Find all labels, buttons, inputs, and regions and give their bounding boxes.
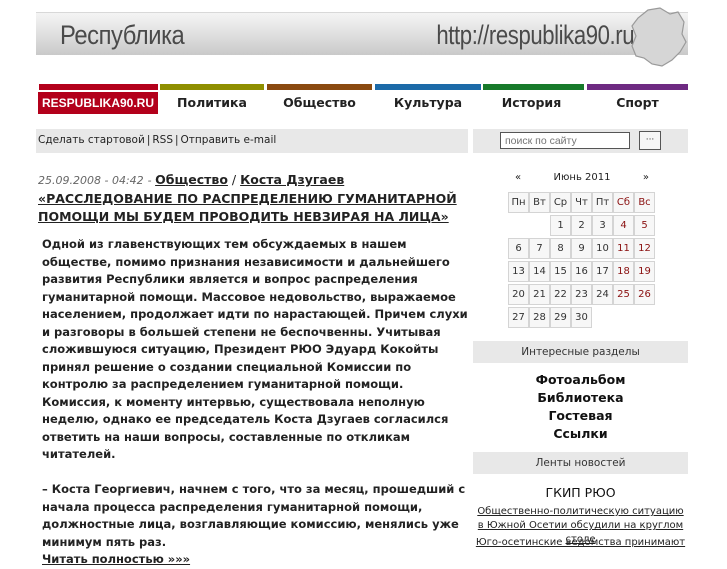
calendar-month-title: Июнь 2011 xyxy=(553,172,611,183)
calendar-weekday: Пт xyxy=(592,192,613,213)
news-item-link[interactable]: Юго-осетинские ведомства принимают xyxy=(473,537,688,548)
calendar-day[interactable]: 6 xyxy=(508,238,529,259)
calendar-day[interactable]: 17 xyxy=(592,261,613,282)
calendar-day[interactable]: 2 xyxy=(571,215,592,236)
calendar-empty-cell xyxy=(529,215,550,236)
calendar-day[interactable]: 25 xyxy=(613,284,634,305)
calendar-day[interactable]: 1 xyxy=(550,215,571,236)
sidebar-link-library[interactable]: Библиотека xyxy=(473,389,688,407)
read-more-link[interactable]: Читать полностью »»» xyxy=(42,552,190,566)
calendar-day[interactable]: 30 xyxy=(571,307,592,328)
nav-home[interactable]: RESPUBLIKA90.RU xyxy=(38,92,158,114)
calendar-day[interactable]: 16 xyxy=(571,261,592,282)
separator: | xyxy=(146,134,151,146)
colorbar-society xyxy=(267,84,372,90)
calendar-weekday: Пн xyxy=(508,192,529,213)
nav-item-sport[interactable]: Спорт xyxy=(587,92,688,114)
calendar-weekday: Чт xyxy=(571,192,592,213)
calendar-day[interactable]: 21 xyxy=(529,284,550,305)
calendar-day[interactable]: 10 xyxy=(592,238,613,259)
article-paragraph: – Коста Георгиевич, начнем с того, что з… xyxy=(42,482,466,549)
news-source-title: ГКИП РЮО xyxy=(545,485,616,500)
article-body: Одной из главенствующих тем обсуждаемых … xyxy=(42,236,470,569)
interesting-links: Фотоальбом Библиотека Гостевая Ссылки xyxy=(473,371,688,443)
category-slash: / xyxy=(231,172,241,187)
rss-link[interactable]: RSS xyxy=(152,134,173,146)
calendar-day[interactable]: 3 xyxy=(592,215,613,236)
calendar-day[interactable]: 29 xyxy=(550,307,571,328)
colorbar-culture xyxy=(375,84,481,90)
site-url[interactable]: http://respublika90.ru xyxy=(436,20,634,51)
calendar-day[interactable]: 20 xyxy=(508,284,529,305)
calendar-weekday: Вс xyxy=(634,192,655,213)
set-homepage-link[interactable]: Сделать стартовой xyxy=(38,134,145,146)
article-header: 25.09.2008 - 04:42 - Общество / Коста Дз… xyxy=(38,171,466,226)
calendar-weekday: Ср xyxy=(550,192,571,213)
sidebar-link-photoalbum[interactable]: Фотоальбом xyxy=(473,371,688,389)
map-logo-icon xyxy=(631,7,687,67)
colorbar-politics xyxy=(160,84,264,90)
calendar-day[interactable]: 18 xyxy=(613,261,634,282)
calendar-day[interactable]: 8 xyxy=(550,238,571,259)
calendar-day[interactable]: 26 xyxy=(634,284,655,305)
calendar-empty-cell xyxy=(613,307,634,328)
nav-item-history[interactable]: История xyxy=(481,92,582,114)
calendar-empty-cell xyxy=(508,215,529,236)
separator: | xyxy=(175,134,179,146)
site-banner: Республика http://respublika90.ru xyxy=(36,7,688,67)
date-separator: - xyxy=(147,174,156,187)
calendar-day[interactable]: 28 xyxy=(529,307,550,328)
nav-item-society[interactable]: Общество xyxy=(267,92,372,114)
colorbar-sport xyxy=(587,84,688,90)
calendar-header: Июнь 2011 « » xyxy=(508,170,656,186)
calendar-day[interactable]: 23 xyxy=(571,284,592,305)
calendar-day[interactable]: 7 xyxy=(529,238,550,259)
article-paragraph: Одной из главенствующих тем обсуждаемых … xyxy=(42,237,468,461)
calendar-day[interactable]: 24 xyxy=(592,284,613,305)
calendar-day[interactable]: 11 xyxy=(613,238,634,259)
colorbar-home xyxy=(39,84,158,90)
calendar-weekday: Сб xyxy=(613,192,634,213)
calendar-next-button[interactable]: » xyxy=(643,172,649,183)
calendar-prev-button[interactable]: « xyxy=(515,172,521,183)
article-category-link[interactable]: Общество xyxy=(155,172,228,187)
utility-bar: Сделать стартовой | RSS | Отправить e-mail xyxy=(36,129,468,153)
calendar-empty-cell xyxy=(634,307,655,328)
nav-item-culture[interactable]: Культура xyxy=(375,92,481,114)
email-link[interactable]: Отправить e-mail xyxy=(181,134,277,146)
sidebar-link-guestbook[interactable]: Гостевая xyxy=(473,407,688,425)
calendar-day[interactable]: 14 xyxy=(529,261,550,282)
article-date: 25.09.2008 - 04:42 xyxy=(38,174,144,187)
main-nav: RESPUBLIKA90.RU Политика Общество Культу… xyxy=(36,92,688,114)
calendar-day[interactable]: 13 xyxy=(508,261,529,282)
calendar-day[interactable]: 15 xyxy=(550,261,571,282)
calendar-day[interactable]: 9 xyxy=(571,238,592,259)
colorbar-history xyxy=(483,84,584,90)
calendar-empty-cell xyxy=(592,307,613,328)
calendar-day[interactable]: 22 xyxy=(550,284,571,305)
calendar-day[interactable]: 4 xyxy=(613,215,634,236)
site-title: Республика xyxy=(60,20,185,50)
nav-item-politics[interactable]: Политика xyxy=(160,92,264,114)
search-input[interactable] xyxy=(500,132,630,149)
calendar-day[interactable]: 5 xyxy=(634,215,655,236)
calendar-weekday: Вт xyxy=(529,192,550,213)
calendar-day[interactable]: 19 xyxy=(634,261,655,282)
sidebar-link-links[interactable]: Ссылки xyxy=(473,425,688,443)
utility-links: Сделать стартовой | RSS | Отправить e-mail xyxy=(38,134,276,146)
calendar-day[interactable]: 12 xyxy=(634,238,655,259)
calendar-day[interactable]: 27 xyxy=(508,307,529,328)
search-button[interactable]: ··· xyxy=(639,131,661,150)
news-feeds-heading: Ленты новостей xyxy=(473,452,688,474)
interesting-sections-heading: Интересные разделы xyxy=(473,341,688,363)
